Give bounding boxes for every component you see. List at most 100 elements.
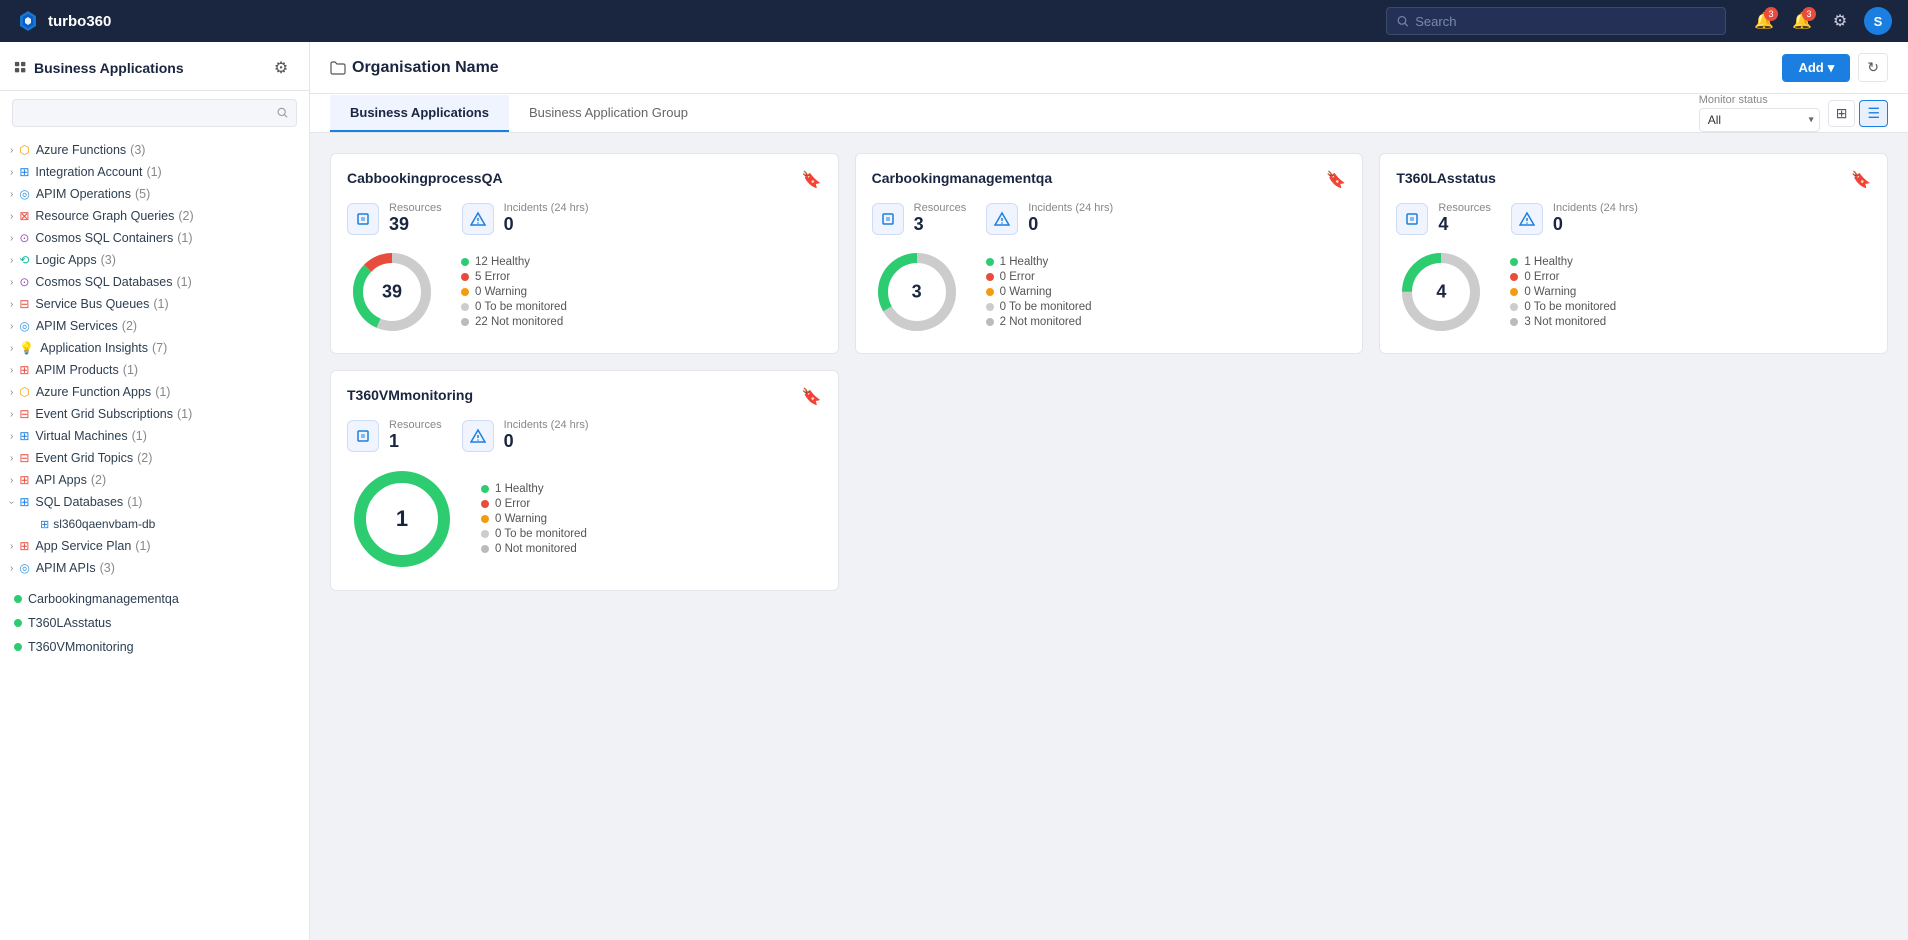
sidebar-search-input[interactable] — [21, 106, 277, 120]
settings-button[interactable]: ⚙ — [1826, 7, 1854, 35]
header-actions: Add ▾ ↻ — [1782, 53, 1888, 82]
legend-dot-orange — [461, 288, 469, 296]
alerts-badge: 3 — [1802, 7, 1816, 21]
sidebar-item-apim-services[interactable]: › ◎ APIM Services (2) — [0, 315, 309, 337]
list-view-button[interactable]: ☰ — [1859, 100, 1888, 127]
donut-label: 1 — [396, 506, 408, 532]
legend-dot-green — [481, 485, 489, 493]
card-body: 4 1 Healthy 0 Error 0 Warn — [1396, 247, 1871, 337]
notifications-badge: 3 — [1764, 7, 1778, 21]
refresh-button[interactable]: ↻ — [1858, 53, 1888, 82]
legend-dot-lightgray — [481, 530, 489, 538]
service-bus-icon: ⊟ — [19, 297, 29, 311]
sidebar-item-virtual-machines[interactable]: › ⊞ Virtual Machines (1) — [0, 425, 309, 447]
alert-triangle-icon — [470, 211, 486, 227]
legend-label: 0 Warning — [1000, 286, 1052, 298]
sidebar-item-event-grid-sub[interactable]: › ⊟ Event Grid Subscriptions (1) — [0, 403, 309, 425]
user-avatar[interactable]: S — [1864, 7, 1892, 35]
card-header: T360LAsstatus 🔖 — [1396, 170, 1871, 190]
sidebar-item-azure-function-apps[interactable]: › ⬡ Azure Function Apps (1) — [0, 381, 309, 403]
cosmos-databases-icon: ⊙ — [19, 275, 29, 289]
bookmark-button[interactable]: 🔖 — [1326, 170, 1346, 190]
chevron-icon: › — [10, 145, 13, 156]
sidebar-item-label: Event Grid Subscriptions — [35, 407, 173, 421]
card-t360lasstatus: T360LAsstatus 🔖 Resources 4 — [1379, 153, 1888, 354]
app-service-plan-icon: ⊞ — [19, 539, 29, 553]
card-title: T360VMmonitoring — [347, 387, 473, 403]
status-dot-green — [14, 643, 22, 651]
search-bar[interactable] — [1386, 7, 1726, 35]
app-insights-icon: 💡 — [19, 341, 34, 355]
incidents-value: 0 — [1553, 214, 1638, 235]
resources-stat: Resources 1 — [347, 419, 442, 452]
sidebar-item-count: (3) — [101, 253, 116, 267]
legend-label: 0 Error — [1000, 271, 1035, 283]
sidebar-group-t360lasstatus[interactable]: T360LAsstatus — [0, 611, 309, 635]
sidebar-item-service-bus[interactable]: › ⊟ Service Bus Queues (1) — [0, 293, 309, 315]
alert-triangle-icon — [994, 211, 1010, 227]
donut-label: 3 — [912, 282, 922, 303]
legend-dot-lightgray — [986, 303, 994, 311]
search-input[interactable] — [1415, 14, 1715, 29]
sidebar-sub-item-sql-db[interactable]: ⊞ sl360qaenvbam-db — [0, 513, 309, 535]
resources-stat: Resources 4 — [1396, 202, 1491, 235]
legend-label: 12 Healthy — [475, 256, 530, 268]
grid-view-icon: ⊞ — [1836, 105, 1848, 121]
add-button[interactable]: Add ▾ — [1782, 54, 1850, 82]
sidebar-item-sql-databases[interactable]: › ⊞ SQL Databases (1) — [0, 491, 309, 513]
tab-business-application-group[interactable]: Business Application Group — [509, 95, 708, 132]
resources-value: 39 — [389, 214, 442, 235]
legend-label: 2 Not monitored — [1000, 316, 1082, 328]
chevron-icon: › — [10, 167, 13, 178]
sidebar-item-cosmos-containers[interactable]: › ⊙ Cosmos SQL Containers (1) — [0, 227, 309, 249]
chevron-icon: › — [10, 321, 13, 332]
sidebar-item-apim-apis[interactable]: › ◎ APIM APIs (3) — [0, 557, 309, 579]
sidebar-item-app-insights[interactable]: › 💡 Application Insights (7) — [0, 337, 309, 359]
sidebar-item-resource-graph[interactable]: › ⊠ Resource Graph Queries (2) — [0, 205, 309, 227]
sidebar-item-apim-products[interactable]: › ⊞ APIM Products (1) — [0, 359, 309, 381]
integration-account-icon: ⊞ — [19, 165, 29, 179]
card-stats: Resources 1 Incid — [347, 419, 822, 452]
bookmark-button[interactable]: 🔖 — [802, 170, 822, 190]
chevron-icon: › — [10, 563, 13, 574]
bookmark-button[interactable]: 🔖 — [802, 387, 822, 407]
status-dot-green — [14, 619, 22, 627]
donut-chart: 3 — [872, 247, 962, 337]
sidebar-item-app-service-plan[interactable]: › ⊞ App Service Plan (1) — [0, 535, 309, 557]
sidebar-item-integration-account[interactable]: › ⊞ Integration Account (1) — [0, 161, 309, 183]
sidebar-item-label: Application Insights — [40, 341, 148, 355]
sidebar-item-label: Cosmos SQL Databases — [35, 275, 172, 289]
sidebar-item-logic-apps[interactable]: › ⟲ Logic Apps (3) — [0, 249, 309, 271]
sidebar-group-carbookingmanagementqa[interactable]: Carbookingmanagementqa — [0, 587, 309, 611]
resources-icon — [347, 420, 379, 452]
card-view-button[interactable]: ⊞ — [1828, 100, 1856, 127]
sidebar-item-apim-operations[interactable]: › ◎ APIM Operations (5) — [0, 183, 309, 205]
sidebar-search-bar[interactable] — [12, 99, 297, 127]
monitor-status-container: Monitor status All Monitored Not monitor… — [1699, 94, 1820, 132]
monitor-status-label: Monitor status — [1699, 94, 1820, 106]
bookmark-button[interactable]: 🔖 — [1851, 170, 1871, 190]
legend-label: 0 To be monitored — [1000, 301, 1092, 313]
sidebar-item-api-apps[interactable]: › ⊞ API Apps (2) — [0, 469, 309, 491]
sidebar-sub-item-label: sl360qaenvbam-db — [53, 517, 155, 531]
sidebar-item-cosmos-databases[interactable]: › ⊙ Cosmos SQL Databases (1) — [0, 271, 309, 293]
sidebar-settings-button[interactable]: ⚙ — [267, 54, 295, 82]
card-header: CabbookingprocessQA 🔖 — [347, 170, 822, 190]
sidebar-item-azure-functions[interactable]: › ⬡ Azure Functions (3) — [0, 139, 309, 161]
sidebar-item-label: APIM Operations — [36, 187, 131, 201]
sql-databases-icon: ⊞ — [19, 495, 29, 509]
refresh-icon: ↻ — [1867, 59, 1879, 75]
sidebar-group-t360vmmonitoring[interactable]: T360VMmonitoring — [0, 635, 309, 659]
sidebar-group-label: T360LAsstatus — [28, 616, 111, 630]
tab-business-applications[interactable]: Business Applications — [330, 95, 509, 132]
app-title: turbo360 — [48, 13, 111, 30]
resources-icon — [1396, 203, 1428, 235]
notifications-button[interactable]: 🔔 3 — [1750, 7, 1778, 35]
sidebar-item-label: Resource Graph Queries — [35, 209, 174, 223]
apim-products-icon: ⊞ — [19, 363, 29, 377]
sidebar-item-event-grid-topics[interactable]: › ⊟ Event Grid Topics (2) — [0, 447, 309, 469]
monitor-status-select[interactable]: All Monitored Not monitored To be monito… — [1699, 108, 1820, 132]
sidebar-item-label: Virtual Machines — [35, 429, 127, 443]
resources-value: 3 — [914, 214, 967, 235]
alerts-button[interactable]: 🔔 3 — [1788, 7, 1816, 35]
